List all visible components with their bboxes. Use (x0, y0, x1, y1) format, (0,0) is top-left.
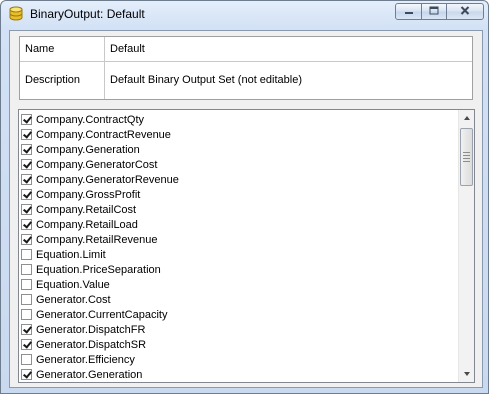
list-item[interactable]: Company.RetailRevenue (19, 232, 459, 247)
checkbox[interactable] (21, 129, 32, 140)
grip-line (463, 152, 470, 153)
property-row-name: Name Default (20, 37, 472, 62)
scroll-down-button[interactable] (459, 366, 474, 382)
scroll-thumb[interactable] (460, 128, 473, 186)
arrow-up-icon (464, 116, 470, 120)
list-item[interactable]: Company.GeneratorRevenue (19, 172, 459, 187)
properties-grid: Name Default Description Default Binary … (19, 36, 473, 100)
list-item[interactable]: Equation.Value (19, 277, 459, 292)
checkbox[interactable] (21, 234, 32, 245)
maximize-button[interactable] (421, 3, 447, 20)
list-item[interactable]: Equation.PriceSeparation (19, 262, 459, 277)
scroll-up-button[interactable] (459, 110, 474, 126)
checkbox[interactable] (21, 249, 32, 260)
checkbox[interactable] (21, 279, 32, 290)
list-item[interactable]: Company.GeneratorCost (19, 157, 459, 172)
list-item[interactable]: Generator.CurrentCapacity (19, 307, 459, 322)
checkbox[interactable] (21, 204, 32, 215)
property-value[interactable]: Default Binary Output Set (not editable) (106, 61, 472, 99)
list-item-label: Generator.Generation (36, 368, 143, 381)
list-item-label: Equation.Limit (36, 248, 106, 261)
list-item-label: Company.GeneratorRevenue (36, 173, 179, 186)
list-item[interactable]: Generator.Cost (19, 292, 459, 307)
checkbox[interactable] (21, 144, 32, 155)
list-item-label: Company.ContractQty (36, 113, 145, 126)
list-item[interactable]: Generator.DispatchFR (19, 322, 459, 337)
list-item-label: Company.RetailRevenue (36, 233, 158, 246)
list-item[interactable]: Company.ContractQty (19, 112, 459, 127)
list-item[interactable]: Company.ContractRevenue (19, 127, 459, 142)
grip-line (463, 158, 470, 159)
property-value[interactable]: Default (106, 37, 472, 61)
close-icon (460, 5, 470, 18)
checkbox[interactable] (21, 189, 32, 200)
list-item-label: Company.ContractRevenue (36, 128, 171, 141)
list-item[interactable]: Company.GrossProfit (19, 187, 459, 202)
list-item-label: Generator.CurrentCapacity (36, 308, 168, 321)
list-item[interactable]: Company.Generation (19, 142, 459, 157)
checkbox[interactable] (21, 369, 32, 380)
list-item[interactable]: Company.RetailLoad (19, 217, 459, 232)
list-item[interactable]: Generator.Generation (19, 367, 459, 382)
list-item-label: Generator.DispatchFR (36, 323, 146, 336)
client-area: Name Default Description Default Binary … (9, 30, 483, 388)
minimize-button[interactable] (395, 3, 422, 20)
checkbox[interactable] (21, 309, 32, 320)
property-label: Name (20, 37, 105, 61)
list-item-label: Generator.Cost (36, 293, 111, 306)
list-item[interactable]: Company.RetailCost (19, 202, 459, 217)
list-item-label: Equation.Value (36, 278, 110, 291)
list-item-label: Company.GrossProfit (36, 188, 141, 201)
binary-output-window: BinaryOutput: Default Name Default Descr… (0, 0, 489, 394)
checkbox[interactable] (21, 159, 32, 170)
list-item-label: Company.RetailLoad (36, 218, 138, 231)
list-item[interactable]: Equation.Limit (19, 247, 459, 262)
checkbox[interactable] (21, 354, 32, 365)
list-item-label: Generator.DispatchSR (36, 338, 147, 351)
grip-line (463, 161, 470, 162)
checkbox[interactable] (21, 219, 32, 230)
window-title: BinaryOutput: Default (30, 7, 145, 21)
minimize-icon (404, 6, 414, 18)
list-item[interactable]: Generator.Efficiency (19, 352, 459, 367)
property-label: Description (20, 61, 105, 99)
checkbox[interactable] (21, 294, 32, 305)
database-icon[interactable] (8, 6, 24, 22)
list-item[interactable]: Generator.DispatchSR (19, 337, 459, 352)
list-item-label: Company.GeneratorCost (36, 158, 158, 171)
grip-line (463, 155, 470, 156)
checklist-items: Company.ContractQty Company.ContractReven… (19, 112, 459, 382)
output-checklist[interactable]: Company.ContractQty Company.ContractReven… (18, 109, 475, 383)
checkbox[interactable] (21, 264, 32, 275)
vertical-scrollbar[interactable] (458, 110, 474, 382)
maximize-icon (429, 6, 439, 18)
list-item-label: Equation.PriceSeparation (36, 263, 161, 276)
property-row-description: Description Default Binary Output Set (n… (20, 61, 472, 99)
list-item-label: Company.Generation (36, 143, 140, 156)
arrow-down-icon (464, 372, 470, 376)
checkbox[interactable] (21, 174, 32, 185)
close-button[interactable] (446, 3, 484, 20)
list-item-label: Company.RetailCost (36, 203, 137, 216)
title-bar[interactable]: BinaryOutput: Default (1, 1, 488, 27)
checkbox[interactable] (21, 114, 32, 125)
checkbox[interactable] (21, 324, 32, 335)
list-item-label: Generator.Efficiency (36, 353, 135, 366)
checkbox[interactable] (21, 339, 32, 350)
